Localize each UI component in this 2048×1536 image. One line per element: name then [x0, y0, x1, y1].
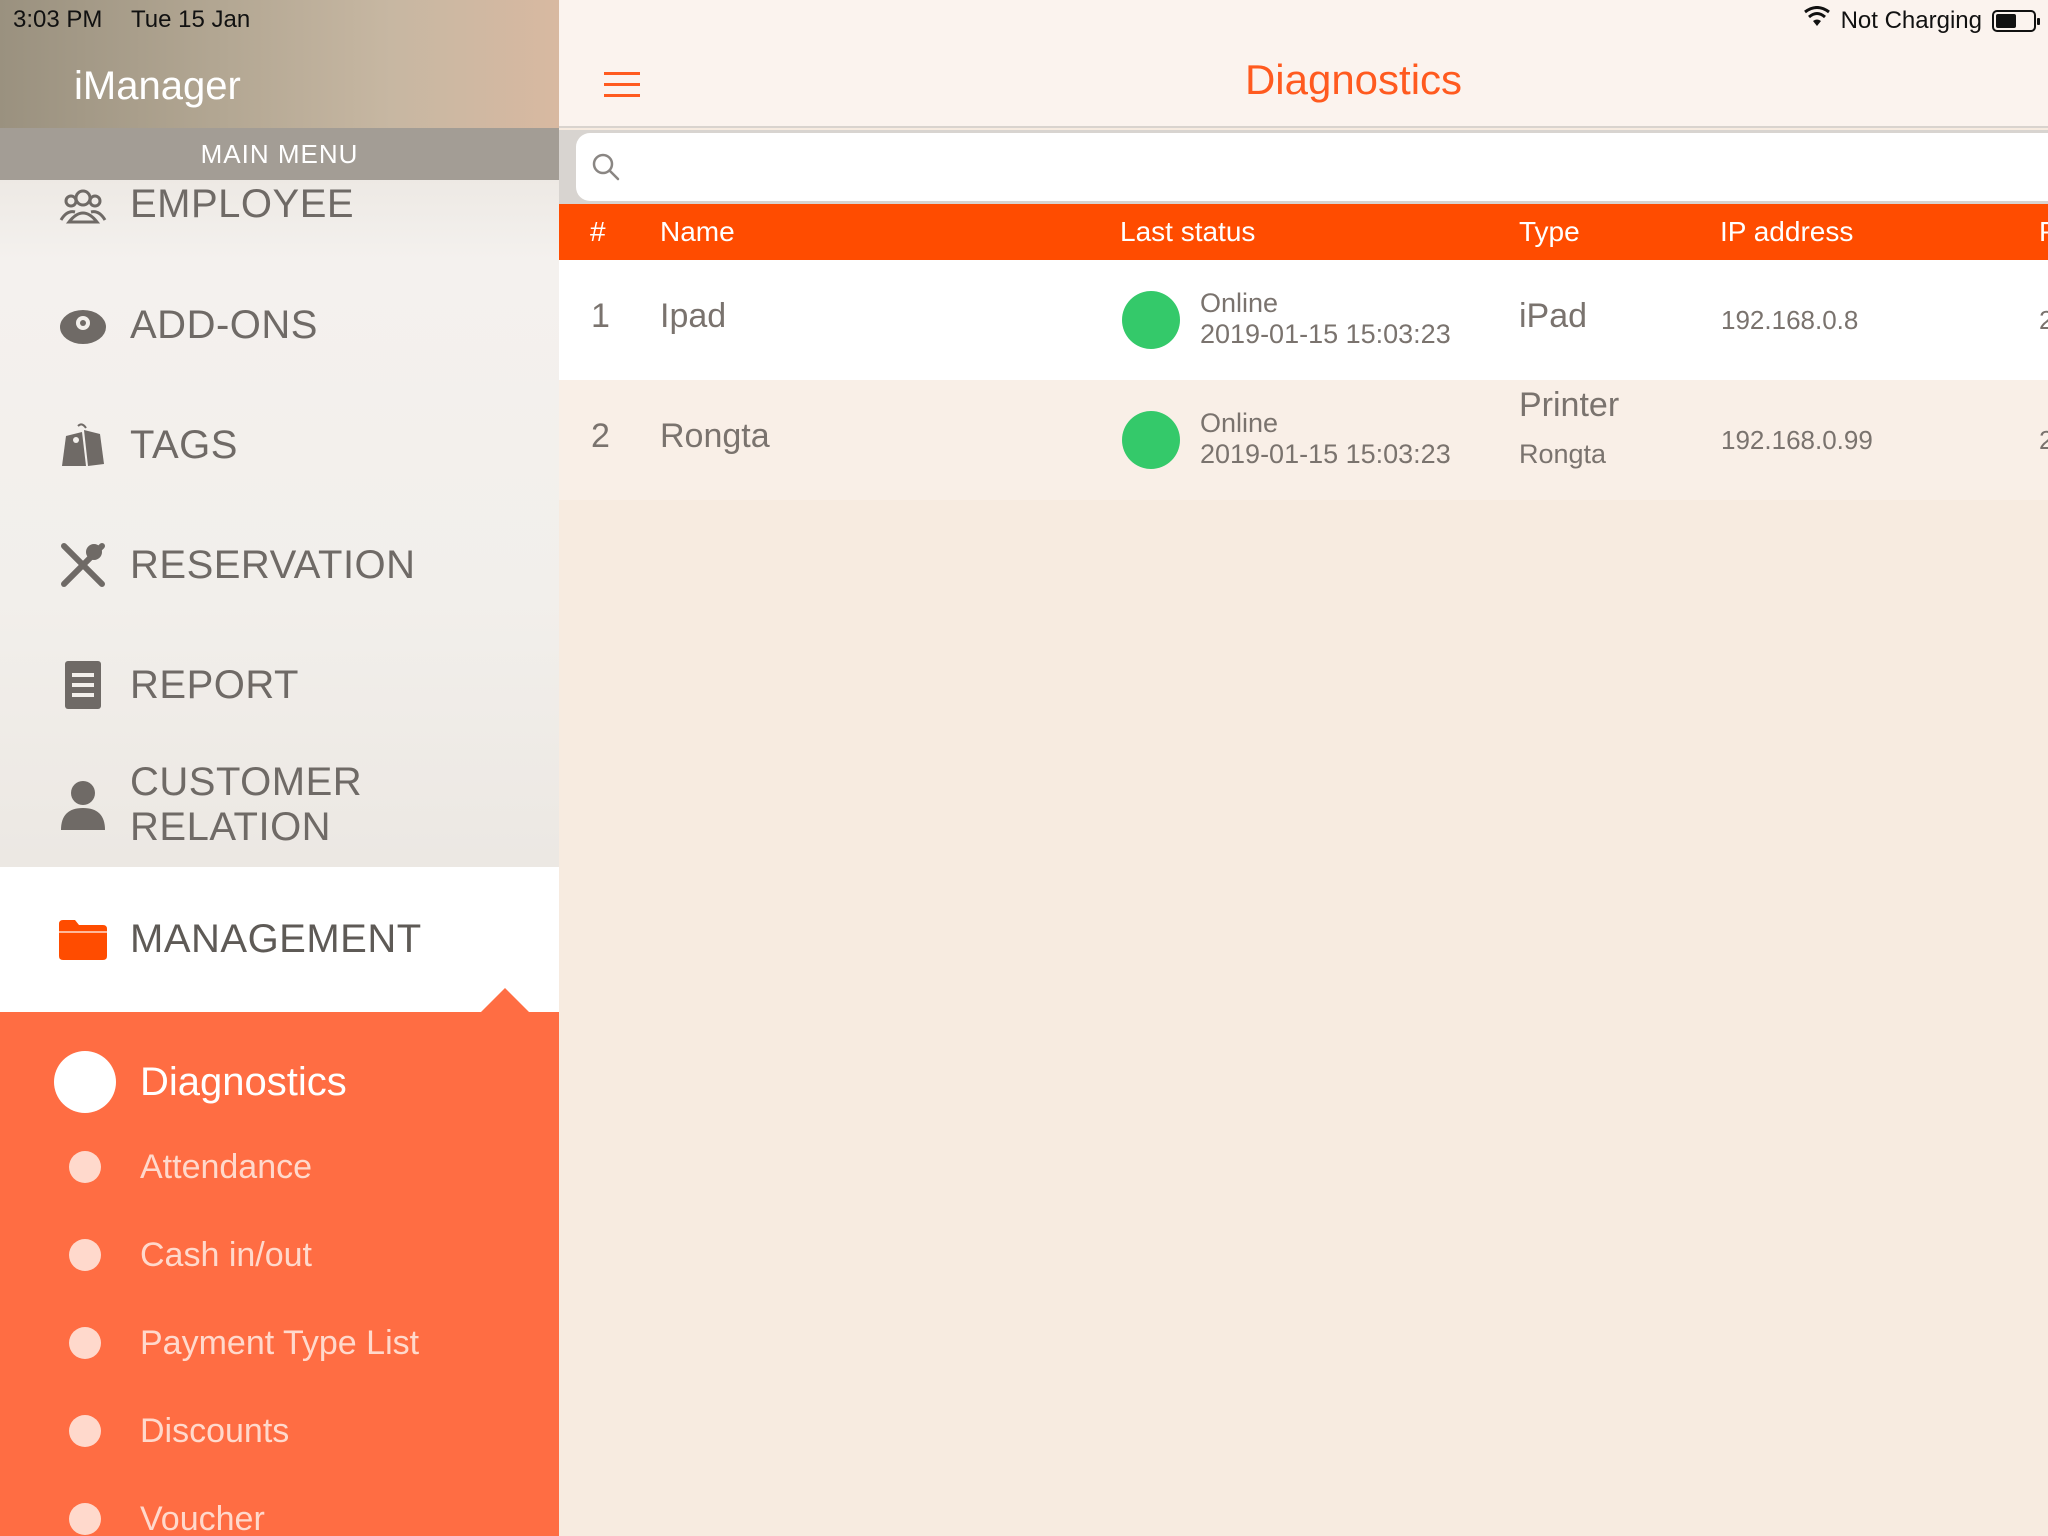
overflow-cell: 2: [2039, 425, 2048, 455]
column-header-type[interactable]: Type: [1519, 216, 1580, 248]
management-submenu: Diagnostics Attendance Cash in/out Payme…: [0, 1012, 559, 1536]
top-bar: Not Charging Diagnostics: [559, 0, 2048, 128]
sidebar-item-label: RESERVATION: [130, 542, 416, 587]
folder-icon: [58, 915, 108, 965]
sidebar-header: 3:03 PM Tue 15 Jan iManager: [0, 0, 559, 128]
search-icon[interactable]: [591, 152, 623, 184]
device-type-label: Printer: [1519, 386, 1620, 424]
row-number: 2: [591, 417, 610, 455]
sidebar-item-label: CUSTOMER RELATION: [130, 760, 363, 849]
ip-address: 192.168.0.8: [1721, 305, 1859, 335]
submenu-item-label: Voucher: [140, 1499, 265, 1536]
column-header-ip-address[interactable]: IP address: [1720, 216, 1853, 248]
status-text: Online: [1200, 288, 1279, 318]
column-header-overflow[interactable]: P: [2039, 216, 2048, 248]
bullet-icon: [69, 1415, 101, 1447]
submenu-item-discounts[interactable]: Discounts: [0, 1396, 559, 1466]
sidebar: 3:03 PM Tue 15 Jan iManager MAIN MENU EM…: [0, 0, 559, 1536]
search-input[interactable]: [576, 133, 2048, 201]
device-name: Ipad: [660, 297, 727, 335]
submenu-item-label: Cash in/out: [140, 1235, 312, 1274]
row-number: 1: [591, 297, 610, 335]
status-timestamp: 2019-01-15 15:03:23: [1200, 319, 1451, 349]
submenu-item-voucher[interactable]: Voucher: [0, 1484, 559, 1536]
sidebar-item-customer-relation[interactable]: CUSTOMER RELATION: [0, 745, 559, 865]
current-indicator: [54, 1051, 116, 1113]
online-status-indicator: [1122, 411, 1180, 469]
bullet-icon: [69, 1503, 101, 1535]
submenu-item-diagnostics[interactable]: Diagnostics: [0, 1047, 559, 1117]
status-time: 3:03 PM: [13, 6, 103, 33]
table-row[interactable]: 2 Rongta Online 2019-01-15 15:03:23 Prin…: [559, 380, 2048, 500]
sidebar-item-label: MANAGEMENT: [130, 917, 422, 961]
overflow-cell: 2: [2039, 305, 2048, 335]
sidebar-item-label: EMPLOYEE: [130, 182, 355, 226]
device-type: iPad: [1519, 297, 1588, 335]
page-title: Diagnostics: [1244, 56, 1463, 103]
battery-icon: [1992, 9, 2040, 32]
last-status: Online 2019-01-15 15:03:23: [1200, 288, 1451, 350]
employees-icon: [58, 181, 108, 231]
status-timestamp: 2019-01-15 15:03:23: [1200, 439, 1451, 469]
bullet-icon: [69, 1239, 101, 1271]
table-row[interactable]: 1 Ipad Online 2019-01-15 15:03:23 iPad 1…: [559, 260, 2048, 380]
status-indicators: Not Charging: [1803, 6, 2040, 35]
device-name: Rongta: [660, 417, 770, 455]
main-panel: Not Charging Diagnostics # Name Last sta…: [559, 0, 2048, 1536]
submenu-item-label: Discounts: [140, 1411, 290, 1450]
wifi-icon: [1803, 6, 1831, 35]
bullet-icon: [69, 1151, 101, 1183]
sidebar-item-label: TAGS: [130, 422, 238, 467]
sidebar-item-management[interactable]: MANAGEMENT: [0, 867, 559, 1012]
sidebar-item-reservation[interactable]: RESERVATION: [0, 505, 559, 625]
column-header-number[interactable]: #: [590, 216, 606, 248]
document-icon: [58, 660, 108, 710]
submenu-item-payment-type-list[interactable]: Payment Type List: [0, 1308, 559, 1378]
submenu-item-attendance[interactable]: Attendance: [0, 1132, 559, 1202]
charging-status: Not Charging: [1840, 6, 1982, 34]
addons-icon: [58, 300, 108, 350]
column-header-last-status[interactable]: Last status: [1120, 216, 1255, 248]
person-icon: [58, 780, 108, 830]
submenu-item-label: Attendance: [140, 1147, 313, 1186]
sidebar-item-tags[interactable]: TAGS: [0, 385, 559, 505]
sidebar-item-label: ADD-ONS: [130, 302, 318, 347]
bullet-icon: [69, 1327, 101, 1359]
sidebar-item-report[interactable]: REPORT: [0, 625, 559, 745]
column-header-name[interactable]: Name: [660, 216, 735, 248]
fork-knife-icon: [58, 540, 108, 590]
tags-icon: [58, 420, 108, 470]
device-model: Rongta: [1519, 439, 1607, 469]
sidebar-item-addons[interactable]: ADD-ONS: [0, 265, 559, 385]
sidebar-item-label: REPORT: [130, 662, 299, 707]
ip-address: 192.168.0.99: [1721, 425, 1873, 455]
app-title: iManager: [74, 64, 241, 108]
status-text: Online: [1200, 408, 1279, 438]
search-bar: [559, 130, 2048, 204]
submenu-item-label: Payment Type List: [140, 1323, 420, 1362]
submenu-item-label: Diagnostics: [140, 1059, 347, 1104]
last-status: Online 2019-01-15 15:03:23: [1200, 408, 1451, 470]
table-header: # Name Last status Type IP address P: [559, 204, 2048, 260]
submenu-item-cash-in-out[interactable]: Cash in/out: [0, 1220, 559, 1290]
online-status-indicator: [1122, 291, 1180, 349]
status-date: Tue 15 Jan: [131, 6, 251, 33]
sidebar-item-employee[interactable]: EMPLOYEE: [0, 145, 559, 265]
device-type: Printer Rongta: [1519, 386, 1619, 470]
submenu-pointer: [480, 988, 530, 1013]
